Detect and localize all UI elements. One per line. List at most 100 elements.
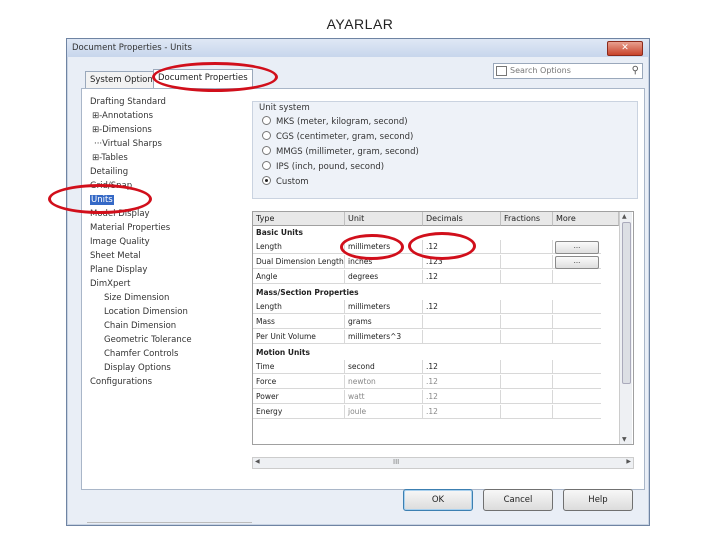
scroll-left-icon[interactable]: ◀ [255,458,260,465]
tab-document-properties[interactable]: Document Properties [153,69,253,89]
tree-item[interactable]: Material Properties [90,223,170,233]
table-row[interactable]: Length millimeters .12... [253,240,601,254]
tree-item[interactable]: Display Options [104,363,171,373]
scroll-grip[interactable]: III [393,458,399,466]
grid-vertical-scrollbar[interactable]: ▲ ▼ [619,212,632,444]
radio-button[interactable] [262,146,271,155]
tree-item[interactable]: Grid/Snap [90,181,132,191]
tree-item[interactable]: ⊞-Dimensions [92,125,152,135]
tree-item[interactable]: Chamfer Controls [104,349,178,359]
more-button[interactable]: ... [555,241,599,254]
table-row[interactable]: Mass grams [253,315,601,329]
tree-item[interactable]: DimXpert [90,279,130,289]
unit-system-option-label: IPS (inch, pound, second) [276,162,385,172]
fractions-cell[interactable] [501,405,553,418]
tree-item[interactable]: ⊞-Tables [92,153,128,163]
unit-system-option[interactable]: CGS (centimeter, gram, second) [262,131,413,142]
unit-cell[interactable]: degrees [345,270,423,283]
table-row[interactable]: Force newton .12 [253,375,601,389]
ok-button[interactable]: OK [403,489,473,511]
unit-system-option[interactable]: MMGS (millimeter, gram, second) [262,146,419,157]
fractions-cell[interactable] [501,360,553,373]
tree-item[interactable]: Units [90,195,114,205]
search-input[interactable]: Search Options [510,66,571,75]
scroll-down-icon[interactable]: ▼ [622,436,627,443]
tree-item[interactable]: ···Virtual Sharps [94,139,162,149]
decimals-cell[interactable]: .12 [423,405,501,418]
grid-section-header: Basic Units [256,228,303,237]
close-button[interactable]: ✕ [607,41,643,56]
decimals-cell[interactable]: .12 [423,300,501,313]
grid-horizontal-scrollbar[interactable]: ◀ III ▶ [252,457,634,469]
unit-cell[interactable]: millimeters^3 [345,330,423,343]
tree-item[interactable]: Chain Dimension [104,321,176,331]
tree-item[interactable]: Model Display [90,209,150,219]
unit-cell[interactable]: millimeters [345,300,423,313]
unit-cell[interactable]: grams [345,315,423,328]
tab-system-options[interactable]: System Options [85,71,163,89]
tree-item[interactable]: Sheet Metal [90,251,141,261]
grid-header-type[interactable]: Type [253,212,345,226]
tree-item[interactable]: Location Dimension [104,307,188,317]
unit-cell[interactable]: watt [345,390,423,403]
grid-header-unit[interactable]: Unit [345,212,423,226]
type-cell: Energy [253,405,345,418]
tree-item[interactable]: Plane Display [90,265,147,275]
table-row[interactable]: Angle degrees .12 [253,270,601,284]
fractions-cell[interactable] [501,375,553,388]
unit-system-option[interactable]: IPS (inch, pound, second) [262,161,385,172]
grid-header-more[interactable]: More [553,212,619,226]
more-button[interactable]: ... [555,256,599,269]
fractions-cell[interactable] [501,240,553,253]
decimals-cell[interactable]: .12 [423,270,501,283]
search-icon[interactable]: ⚲ [632,65,639,76]
decimals-cell[interactable]: .12 [423,360,501,373]
radio-button[interactable] [262,131,271,140]
table-row[interactable]: Power watt .12 [253,390,601,404]
fractions-cell[interactable] [501,315,553,328]
table-row[interactable]: Time second .12 [253,360,601,374]
unit-cell[interactable]: newton [345,375,423,388]
tree-item[interactable]: ⊞-Annotations [92,111,153,121]
unit-system-option[interactable]: Custom [262,176,309,187]
radio-button[interactable] [262,116,271,125]
unit-system-option[interactable]: MKS (meter, kilogram, second) [262,116,408,127]
fractions-cell[interactable] [501,255,553,268]
decimals-cell[interactable]: .12 [423,390,501,403]
unit-cell[interactable]: second [345,360,423,373]
unit-cell[interactable]: joule [345,405,423,418]
fractions-cell[interactable] [501,270,553,283]
fractions-cell[interactable] [501,300,553,313]
fractions-cell[interactable] [501,330,553,343]
decimals-cell[interactable]: .12 [423,240,501,253]
decimals-cell[interactable] [423,315,501,328]
unit-cell[interactable]: millimeters [345,240,423,253]
help-button[interactable]: Help [563,489,633,511]
table-row[interactable]: Per Unit Volume millimeters^3 [253,330,601,344]
table-row[interactable]: Length millimeters .12 [253,300,601,314]
tree-item[interactable]: Configurations [90,377,152,387]
scroll-right-icon[interactable]: ▶ [626,458,631,465]
table-row[interactable]: Energy joule .12 [253,405,601,419]
scroll-thumb[interactable] [622,222,631,384]
window-title: Document Properties - Units [72,43,192,53]
decimals-cell[interactable]: .123 [423,255,501,268]
tree-item[interactable]: Drafting Standard [90,97,166,107]
cancel-button[interactable]: Cancel [483,489,553,511]
table-row[interactable]: Dual Dimension Length inches .123... [253,255,601,269]
radio-button[interactable] [262,161,271,170]
grid-header-decimals[interactable]: Decimals [423,212,501,226]
decimals-cell[interactable] [423,330,501,343]
grid-header-fractions[interactable]: Fractions [501,212,553,226]
scroll-up-icon[interactable]: ▲ [622,213,627,220]
radio-button[interactable] [262,176,271,185]
tree-item[interactable]: Size Dimension [104,293,169,303]
type-cell: Per Unit Volume [253,330,345,343]
tree-item[interactable]: Detailing [90,167,128,177]
search-box[interactable]: Search Options ⚲ [493,63,643,79]
decimals-cell[interactable]: .12 [423,375,501,388]
tree-item[interactable]: Image Quality [90,237,150,247]
tree-item[interactable]: Geometric Tolerance [104,335,192,345]
fractions-cell[interactable] [501,390,553,403]
unit-cell[interactable]: inches [345,255,423,268]
